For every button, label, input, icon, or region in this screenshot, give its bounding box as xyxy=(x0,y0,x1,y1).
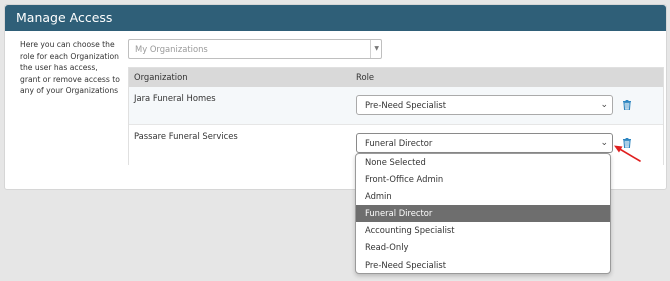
role-select-value: Funeral Director xyxy=(365,138,433,148)
role-option[interactable]: Front-Office Admin xyxy=(356,171,610,188)
role-option[interactable]: Read-Only xyxy=(356,239,610,256)
organization-name: Passare Funeral Services xyxy=(134,131,238,141)
table-row: Jara Funeral Homes Pre-Need Specialist ⌄ xyxy=(129,87,663,125)
role-option[interactable]: Pre-Need Specialist xyxy=(356,257,610,273)
trash-icon[interactable] xyxy=(623,100,631,110)
caret-down-icon[interactable]: ▼ xyxy=(374,40,379,58)
role-option[interactable]: Accounting Specialist xyxy=(356,222,610,239)
role-dropdown-list: None Selected Front-Office Admin Admin F… xyxy=(355,153,611,274)
panel-title: Manage Access xyxy=(5,5,666,31)
role-option[interactable]: Admin xyxy=(356,188,610,205)
role-option[interactable]: None Selected xyxy=(356,154,610,171)
chevron-down-icon: ⌄ xyxy=(600,138,608,148)
role-select-value: Pre-Need Specialist xyxy=(365,100,447,110)
organizations-select-placeholder: My Organizations xyxy=(135,44,208,54)
column-header-organization: Organization xyxy=(134,72,188,82)
role-option-selected[interactable]: Funeral Director xyxy=(356,205,610,223)
role-select[interactable]: Pre-Need Specialist ⌄ xyxy=(356,95,613,115)
column-header-role: Role xyxy=(356,72,375,82)
table-header: Organization Role xyxy=(129,68,663,87)
chevron-down-icon: ⌄ xyxy=(600,100,608,110)
annotation-arrow xyxy=(614,145,641,162)
organizations-select[interactable]: My Organizations ▼ xyxy=(128,39,382,59)
help-text: Here you can choose the role for each Or… xyxy=(20,40,120,96)
role-select[interactable]: Funeral Director ⌄ xyxy=(356,133,613,153)
organization-name: Jara Funeral Homes xyxy=(134,93,216,103)
select-separator xyxy=(370,40,371,58)
organizations-table: Organization Role Jara Funeral Homes Pre… xyxy=(128,67,664,165)
